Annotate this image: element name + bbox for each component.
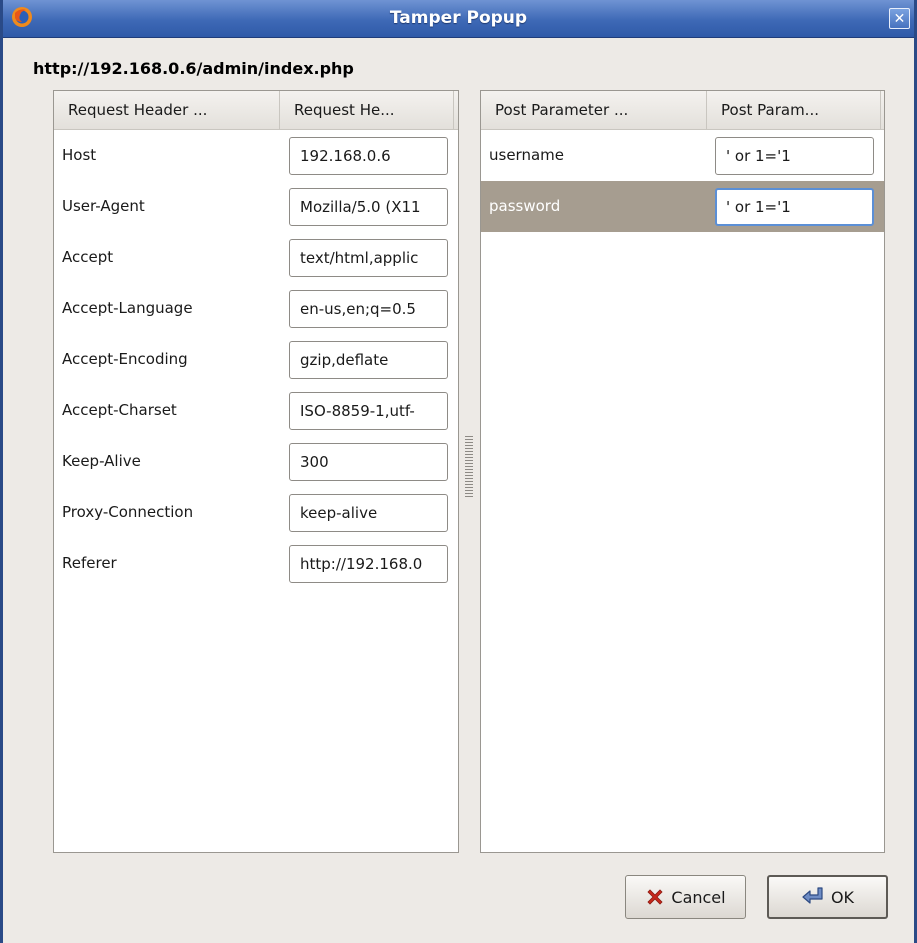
table-row[interactable]: Proxy-Connection keep-alive [54,487,458,538]
header-value-field[interactable]: ISO-8859-1,utf- [289,392,448,430]
header-name: Referer [62,554,117,572]
header-name: Keep-Alive [62,452,141,470]
cancel-button[interactable]: Cancel [625,875,746,919]
header-value-field[interactable]: en-us,en;q=0.5 [289,290,448,328]
close-icon: ✕ [893,11,906,27]
column-header-request-header-value[interactable]: Request He... [280,91,454,129]
header-name: User-Agent [62,197,145,215]
window-title: Tamper Popup [389,8,528,28]
header-value-field[interactable]: keep-alive [289,494,448,532]
column-header-post-parameter-name[interactable]: Post Parameter ... [481,91,707,129]
header-value-field[interactable]: 192.168.0.6 [289,137,448,175]
parameter-name: username [489,146,564,164]
header-name: Accept-Charset [62,401,177,419]
table-row[interactable]: username ' or 1='1 [481,130,884,181]
header-value-field[interactable]: Mozilla/5.0 (X11 [289,188,448,226]
header-name: Accept [62,248,114,266]
ok-button[interactable]: OK [767,875,888,919]
return-arrow-icon [801,886,825,908]
parameter-name: password [489,197,561,215]
table-header: Request Header ... Request He... [54,91,458,130]
column-header-request-header-name[interactable]: Request Header ... [54,91,280,129]
header-name: Host [62,146,97,164]
table-row[interactable]: Keep-Alive 300 [54,436,458,487]
post-parameters-table[interactable]: Post Parameter ... Post Param... usernam… [480,90,885,853]
request-url: http://192.168.0.6/admin/index.php [33,59,354,78]
close-button[interactable]: ✕ [889,8,910,29]
header-name: Accept-Encoding [62,350,188,368]
pane-splitter-handle[interactable] [465,436,473,498]
table-row[interactable]: Host 192.168.0.6 [54,130,458,181]
table-row[interactable]: Referer http://192.168.0 [54,538,458,589]
table-row[interactable]: Accept text/html,applic [54,232,458,283]
parameter-value-field[interactable]: ' or 1='1 [715,188,874,226]
table-row[interactable]: Accept-Language en-us,en;q=0.5 [54,283,458,334]
header-value-field[interactable]: gzip,deflate [289,341,448,379]
header-name: Accept-Language [62,299,193,317]
request-headers-table[interactable]: Request Header ... Request He... Host 19… [53,90,459,853]
tamper-popup-window: Tamper Popup ✕ http://192.168.0.6/admin/… [0,0,917,943]
table-header: Post Parameter ... Post Param... [481,91,884,130]
header-name: Proxy-Connection [62,503,194,521]
title-bar[interactable]: Tamper Popup ✕ [3,0,914,38]
x-icon [645,887,665,907]
column-header-post-parameter-value[interactable]: Post Param... [707,91,881,129]
header-value-field[interactable]: text/html,applic [289,239,448,277]
header-value-field[interactable]: http://192.168.0 [289,545,448,583]
header-value-field[interactable]: 300 [289,443,448,481]
table-row[interactable]: User-Agent Mozilla/5.0 (X11 [54,181,458,232]
table-row-selected[interactable]: password ' or 1='1 [481,181,884,232]
table-row[interactable]: Accept-Encoding gzip,deflate [54,334,458,385]
ok-label: OK [830,887,855,907]
cancel-label: Cancel [671,887,726,907]
table-row[interactable]: Accept-Charset ISO-8859-1,utf- [54,385,458,436]
parameter-value-field[interactable]: ' or 1='1 [715,137,874,175]
